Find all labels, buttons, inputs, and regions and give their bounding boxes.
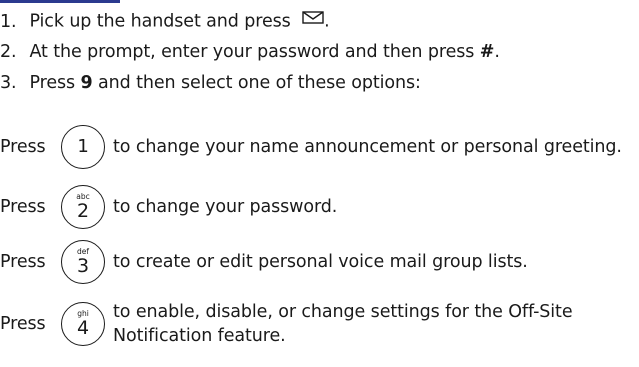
press-label: Press xyxy=(0,252,46,272)
step-number: 3. xyxy=(0,73,17,93)
keypad-3-icon: def 3 xyxy=(61,240,105,284)
press-label: Press xyxy=(0,197,46,217)
option-description: to create or edit personal voice mail gr… xyxy=(113,252,528,272)
step-number: 2. xyxy=(0,42,17,62)
option-1: Press 1 to change your name announcement… xyxy=(0,125,639,169)
step-text: At the prompt, enter your password and t… xyxy=(29,42,475,62)
envelope-icon xyxy=(302,4,324,35)
press-label: Press xyxy=(0,137,46,157)
instruction-steps: 1. Pick up the handset and press . 2. At… xyxy=(0,6,639,99)
key-digit: 1 xyxy=(77,136,89,157)
keypad-2-icon: abc 2 xyxy=(61,185,105,229)
step-text-end: . xyxy=(494,42,500,62)
option-description: to change your name announcement or pers… xyxy=(113,137,622,157)
step-3: 3. Press 9 and then select one of these … xyxy=(0,68,639,99)
step-2: 2. At the prompt, enter your password an… xyxy=(0,37,639,68)
pound-key-label: # xyxy=(479,42,495,62)
keypad-1-icon: 1 xyxy=(61,125,105,169)
option-2: Press abc 2 to change your password. xyxy=(0,185,639,229)
key-digit: 3 xyxy=(77,255,89,277)
step-1: 1. Pick up the handset and press . xyxy=(0,6,639,37)
key-digit: 4 xyxy=(77,317,89,339)
keypad-4-icon: ghi 4 xyxy=(61,302,105,346)
key-9-label: 9 xyxy=(80,73,93,93)
option-description: to enable, disable, or change settings f… xyxy=(113,302,573,346)
step-text-end: . xyxy=(324,11,330,32)
step-text-end: and then select one of these options: xyxy=(98,73,421,93)
option-4: Press ghi 4 to enable, disable, or chang… xyxy=(0,300,639,348)
key-digit: 2 xyxy=(77,200,89,222)
press-label: Press xyxy=(0,314,46,334)
section-top-rule xyxy=(0,0,120,3)
option-description: to change your password. xyxy=(113,197,338,217)
option-3: Press def 3 to create or edit personal v… xyxy=(0,240,639,284)
step-text: Press xyxy=(29,73,76,93)
step-text: Pick up the handset and press xyxy=(29,11,291,32)
step-number: 1. xyxy=(0,11,17,32)
